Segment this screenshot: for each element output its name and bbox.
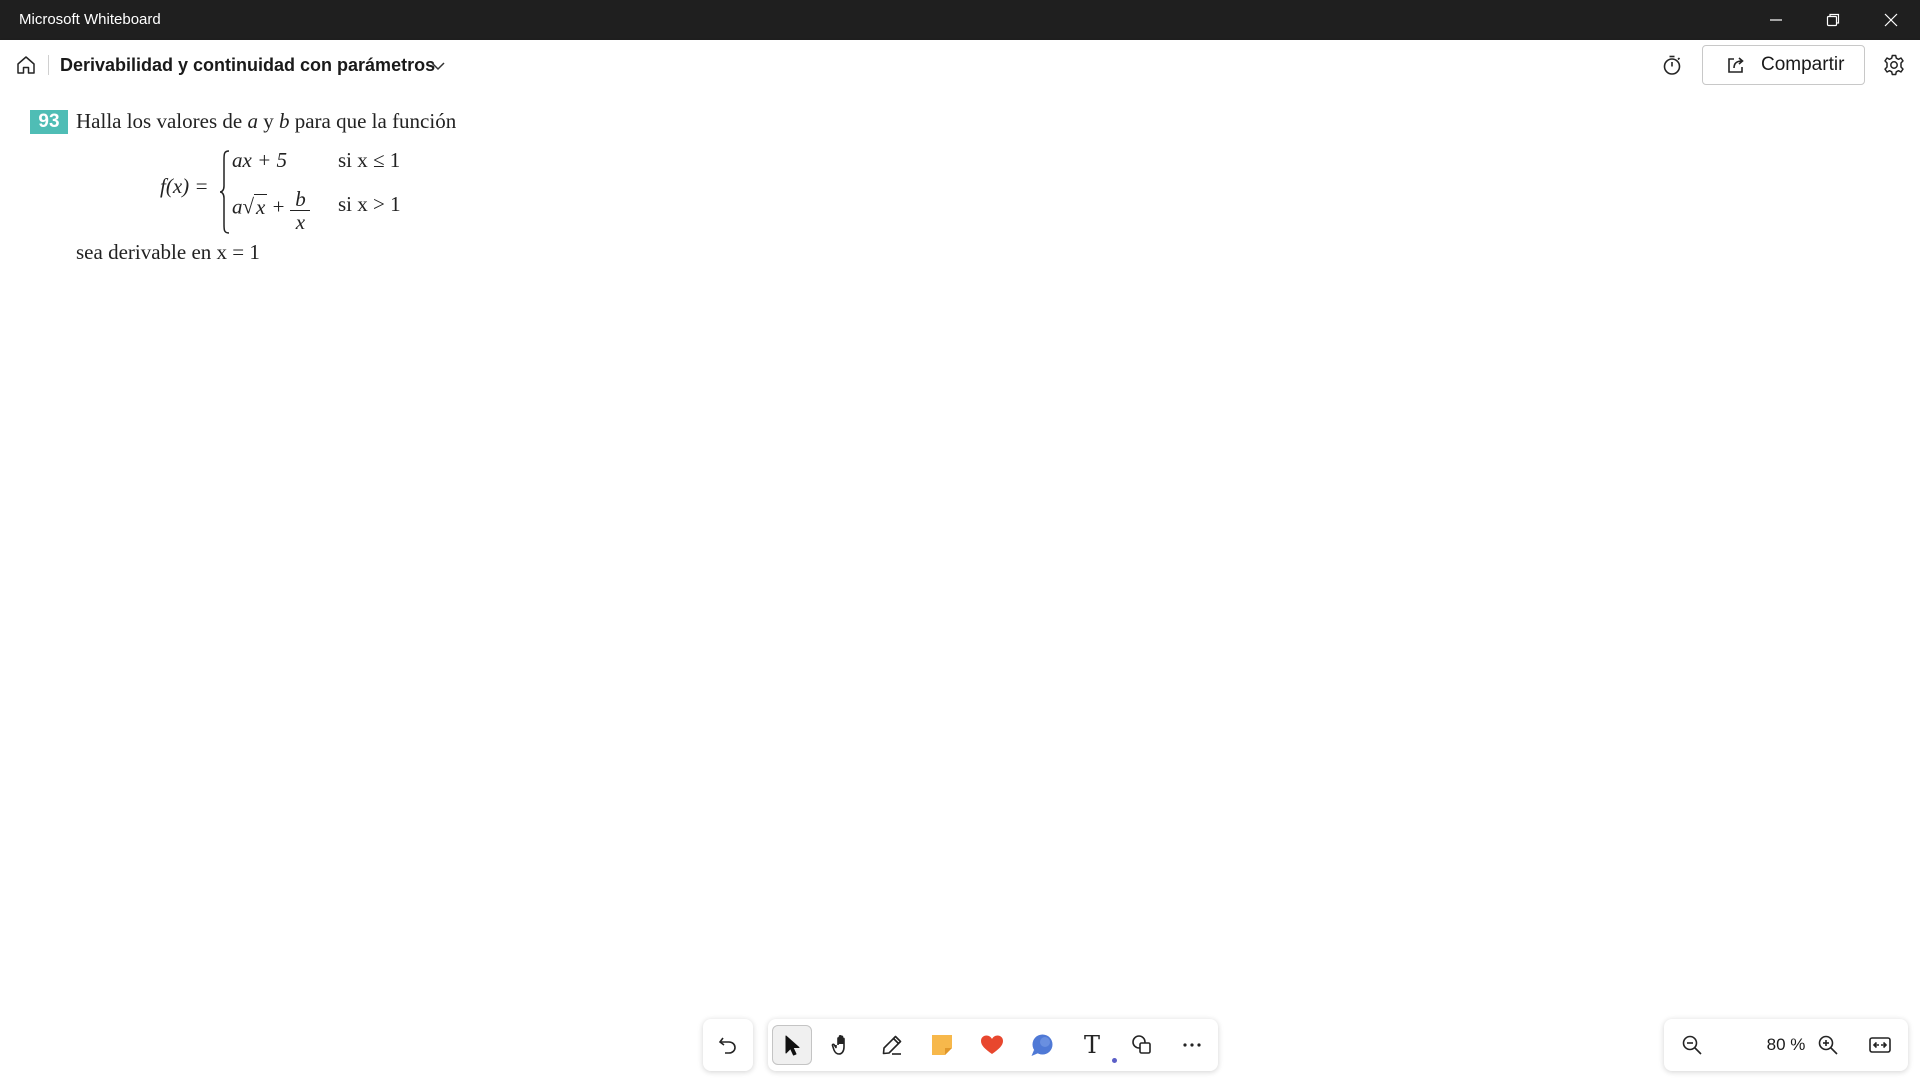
fraction-numerator: b	[295, 187, 306, 211]
case-1-expression: ax + 5	[232, 148, 287, 172]
prompt-part-1: Halla los valores de	[76, 109, 248, 133]
app-header: Derivabilidad y continuidad con parámetr…	[0, 40, 1920, 90]
sticky-note-tool[interactable]	[922, 1025, 962, 1065]
case-1-condition: si x ≤ 1	[338, 148, 401, 172]
case-2-condition: si x > 1	[338, 192, 401, 216]
zoom-toolbar: 80 %	[1664, 1019, 1908, 1071]
timer-icon	[1663, 55, 1681, 75]
zoom-out-icon	[1682, 1035, 1702, 1055]
board-title-dropdown[interactable]	[428, 56, 448, 76]
exercise-prompt: Halla los valores de a y b para que la f…	[76, 109, 456, 134]
chevron-down-icon	[431, 62, 445, 71]
case-2-expression: a√x + b x	[232, 186, 311, 235]
exercise-tail: sea derivable en x = 1	[76, 240, 260, 264]
hand-icon	[831, 1034, 845, 1055]
whiteboard-canvas[interactable]: 93 Halla los valores de a y b para que l…	[0, 90, 1920, 1080]
tool-toolbar: T	[768, 1019, 1218, 1071]
comment-tool[interactable]	[1022, 1025, 1062, 1065]
close-button[interactable]	[1863, 0, 1919, 40]
select-arrow-icon	[785, 1035, 800, 1056]
text-icon: T	[1083, 1031, 1100, 1059]
prompt-var-a: a	[247, 109, 258, 133]
header-divider	[48, 55, 49, 75]
prompt-part-y: y	[257, 109, 279, 133]
prompt-part-2: para que la función	[289, 109, 457, 133]
share-label: Compartir	[1761, 54, 1845, 75]
gear-icon	[1884, 54, 1904, 76]
more-icon	[1183, 1043, 1201, 1047]
app-title: Microsoft Whiteboard	[19, 11, 161, 28]
title-bar: Microsoft Whiteboard	[0, 0, 1920, 40]
fraction: bx	[290, 187, 311, 235]
home-icon	[17, 56, 35, 74]
restore-icon	[1826, 13, 1840, 27]
fit-to-screen-icon	[1869, 1037, 1891, 1053]
zoom-in-button[interactable]	[1812, 1029, 1844, 1061]
sqrt-sign: √	[242, 194, 255, 219]
close-icon	[1884, 13, 1898, 27]
hand-tool[interactable]	[822, 1025, 862, 1065]
restore-button[interactable]	[1805, 0, 1861, 40]
text-tool[interactable]: T	[1072, 1025, 1112, 1065]
sticky-note-icon	[932, 1035, 952, 1055]
case-2-coef: a	[232, 194, 243, 219]
home-button[interactable]	[10, 49, 42, 81]
fraction-denominator: x	[295, 210, 306, 235]
share-button[interactable]: Compartir	[1702, 45, 1865, 85]
sqrt-argument: x	[254, 193, 268, 219]
zoom-out-button[interactable]	[1676, 1029, 1708, 1061]
undo-icon	[718, 1037, 736, 1054]
brace-shape	[219, 150, 230, 234]
pen-tool[interactable]	[872, 1025, 912, 1065]
prompt-var-b: b	[278, 109, 290, 133]
minimize-icon	[1770, 19, 1782, 21]
reactions-tool[interactable]	[972, 1025, 1012, 1065]
fit-to-screen-button[interactable]	[1864, 1029, 1896, 1061]
share-icon	[1728, 57, 1744, 73]
pen-icon	[882, 1035, 902, 1055]
shapes-icon	[1132, 1035, 1151, 1054]
comment-icon	[1031, 1034, 1053, 1056]
settings-button[interactable]	[1878, 49, 1910, 81]
piecewise-formula: f(x) = ax + 5 a√x + b x si x ≤ 1 si x > 1	[160, 148, 460, 238]
exercise-number: 93	[30, 110, 68, 134]
function-label: f(x) =	[160, 174, 209, 198]
more-tools-button[interactable]	[1172, 1025, 1212, 1065]
shapes-tool[interactable]	[1122, 1025, 1162, 1065]
heart-icon	[981, 1035, 1003, 1054]
timer-button[interactable]	[1656, 49, 1688, 81]
minimize-button[interactable]	[1748, 0, 1804, 40]
undo-button[interactable]	[703, 1019, 753, 1071]
board-title[interactable]: Derivabilidad y continuidad con parámetr…	[60, 55, 435, 76]
select-tool[interactable]	[772, 1025, 812, 1065]
zoom-in-icon	[1818, 1035, 1838, 1055]
case-2-plus: +	[272, 194, 285, 219]
text-tool-indicator-dot	[1112, 1058, 1117, 1063]
